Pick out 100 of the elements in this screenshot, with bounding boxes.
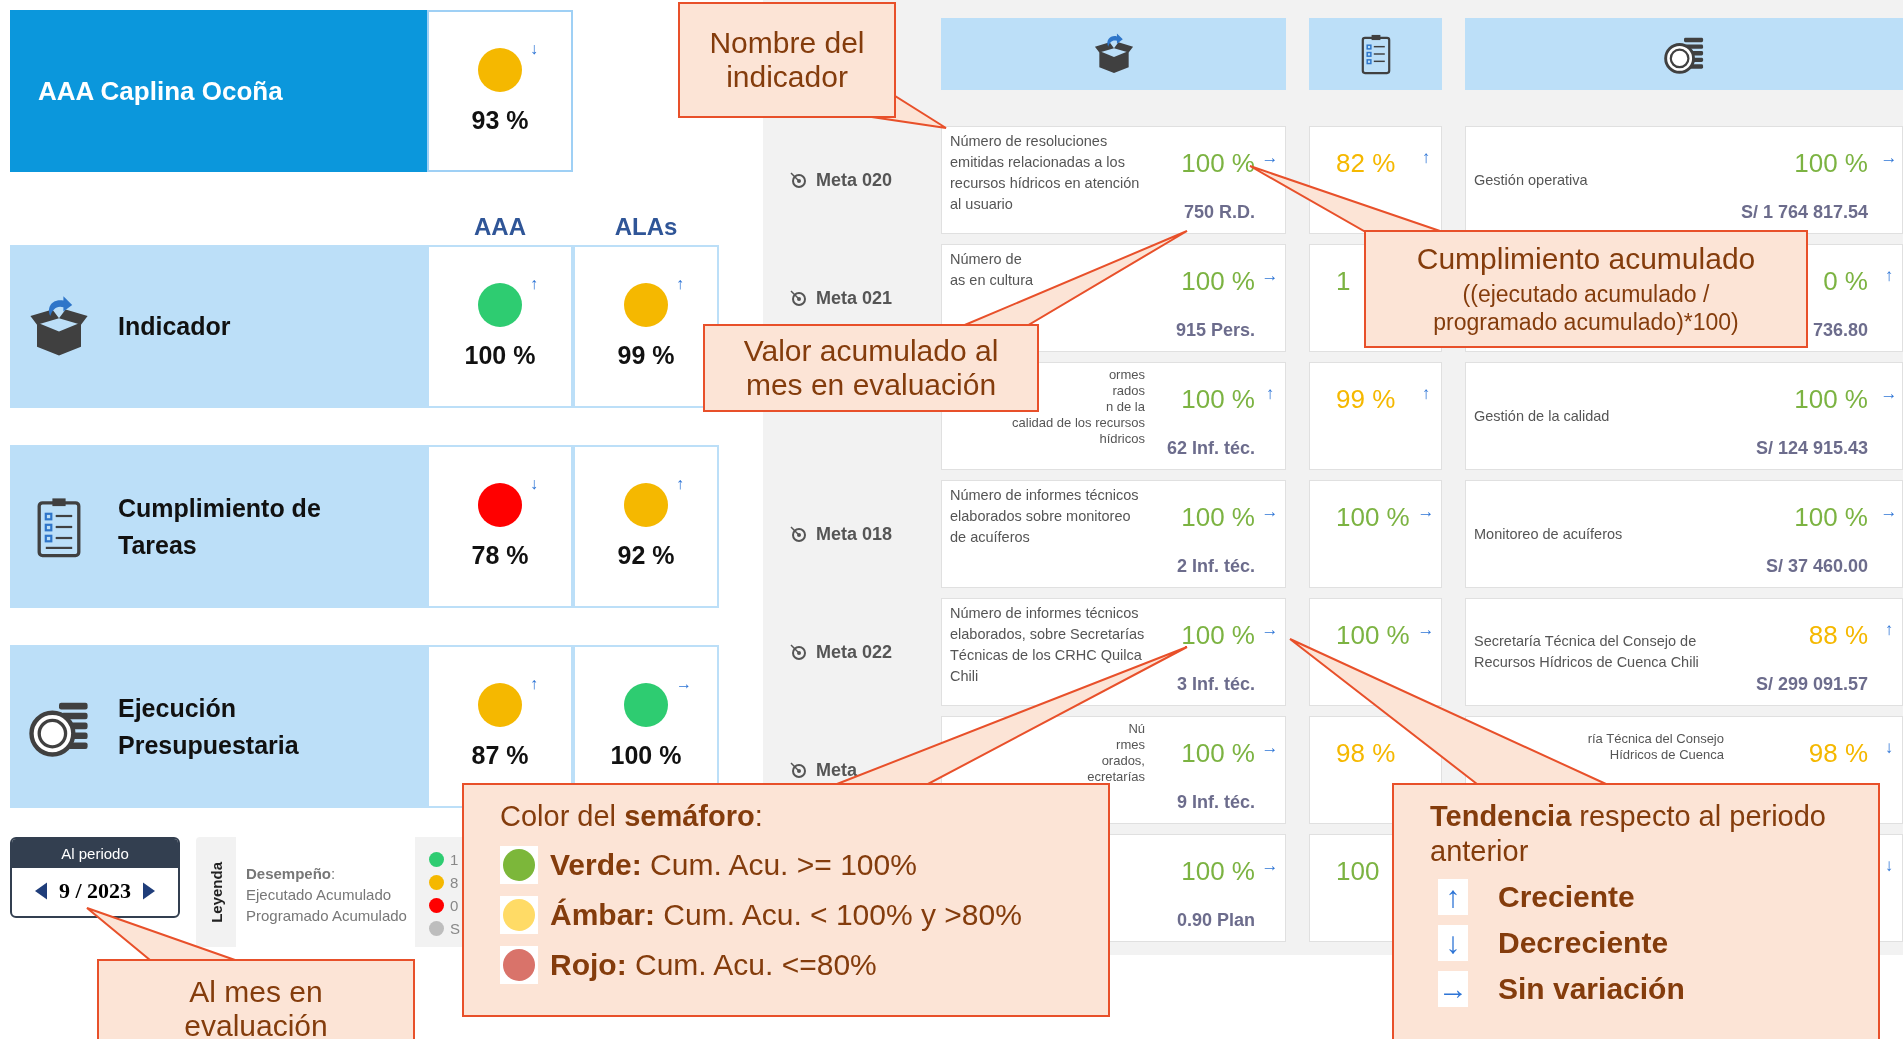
target-icon [790,526,806,542]
meta-label: Meta [816,759,857,781]
indicator-name: n de la [1105,399,1145,415]
budget-amount: S/ 124 915.43 [1755,438,1868,459]
previous-icon[interactable] [34,882,47,900]
trend-arrow: → [1261,149,1279,169]
trend-arrow: → [1880,503,1898,523]
budget-item-name: Secretaría Técnica del Consejo de Recursos Hídricos de Cuenca Chili [1474,632,1700,672]
percent-value: 100 % [1181,857,1255,885]
legend-text: Sin variación [1498,972,1685,1006]
next-icon[interactable] [143,882,156,900]
percent-value: 100 % [1181,739,1255,767]
column-header: AAA [473,213,527,241]
callout-text: Color del semáforo: [500,799,763,834]
trend-arrow: → [1417,503,1435,523]
indicator-name: Número de [950,250,1023,269]
indicator-name: Nú [1128,721,1145,737]
trend-arrow: ↓ [530,39,538,58]
indicator-name: rados [1112,383,1145,399]
indicator-name: ecretarías [1087,769,1145,785]
trend-arrow: ↓ [1884,857,1894,877]
percent-value: 78 % [471,541,529,570]
budget-item-name: Gestión operativa [1474,170,1589,190]
percent-value: 82 % [1336,149,1396,177]
legend-text: Programado Acumulado [246,907,407,924]
region-title: AAA Caplina Ocoña [10,10,427,172]
target-icon [790,644,806,660]
trend-arrow: → [676,675,692,693]
category-label: Cumplimiento de Tareas [118,492,322,561]
period-value: 9 / 2023 [58,878,132,904]
trend-arrow: ↑ [1421,385,1431,405]
accumulated-value: 0.90 Plan [1176,910,1255,931]
indicator-name: hídricos [1099,431,1145,447]
accumulated-value: 750 R.D. [1183,202,1255,223]
percent-value: 1 [1336,267,1351,295]
accumulated-value: 3 Inf. téc. [1176,674,1255,695]
trend-arrow: ↑ [530,675,538,693]
trend-arrow: → [1417,621,1435,641]
indicator-name: Número de informes técnicos elaborados, sobre Secretarías Técnicas de los CRHC Quilca Chili [950,604,1145,686]
legend-text: 8 [449,874,459,891]
trend-arrow: → [1261,857,1279,877]
trend-arrow: ↑ [676,475,684,493]
callout-text: Cumplimiento acumulado [1416,242,1756,276]
budget-item-name: Monitoreo de acuíferos [1474,524,1624,544]
percent-value: 100 % [1181,621,1255,649]
category-label: Indicador [118,311,232,342]
percent-value: 98 % [1336,739,1396,767]
legend-text: 0 [449,897,459,914]
percent-value: 100 [1336,857,1380,885]
budget-amount: S/ 37 460.00 [1765,556,1868,577]
callout-text: Tendencia respecto al periodo anterior [1430,799,1827,869]
indicator-name: Número de informes técnicos elaborados sobre monitoreo de acuíferos [950,486,1140,547]
percent-value: 100 % [610,741,682,770]
legend-text: Ámbar: Cum. Acu. < 100% y >80% [550,898,1022,932]
percent-value: 87 % [471,741,529,770]
percent-value: 100 % [1794,149,1868,177]
budget-item-name: Gestión de la calidad [1474,406,1611,426]
trend-arrow: → [1261,739,1279,759]
accumulated-value: 62 Inf. téc. [1166,438,1255,459]
budget-item-name: ría Técnica del Consejo [1587,731,1724,747]
percent-value: 99 % [1336,385,1396,413]
indicator-name: as en cultura [950,271,1035,290]
indicator-name: orados, [1101,753,1145,769]
percent-value: 100 % [1336,621,1410,649]
percent-value: 100 % [1794,385,1868,413]
budget-item-name: Hídricos de Cuenca [1609,747,1724,763]
target-icon [790,172,806,188]
trend-arrow: ↑ [1265,385,1275,405]
percent-value: 100 % [1181,385,1255,413]
trend-arrow: → [1261,267,1279,287]
accumulated-value: 2 Inf. téc. [1176,556,1255,577]
meta-label: Meta 022 [816,641,893,663]
callout-text: Valor acumulado al mes en evaluación [742,334,1000,402]
legend-text: Ejecutado Acumulado [246,886,393,903]
percent-value: 88 % [1808,621,1868,649]
indicator-name: calidad de los recursos [1012,415,1145,431]
indicator-name: Número de resoluciones emitidas relacionadas a los recursos hídricos en atención al usuario [950,132,1141,214]
legend-text: Verde: Cum. Acu. >= 100% [550,848,917,882]
trend-arrow: → [1880,149,1898,169]
legend-heading: Desempeño: [246,865,337,882]
meta-label: Meta 021 [816,287,893,309]
percent-value: 100 % [1181,503,1255,531]
percent-value: 100 % [1181,267,1255,295]
trend-arrow: → [1261,503,1279,523]
target-icon [790,290,806,306]
meta-label: Meta 020 [816,169,893,191]
category-label: Ejecución Presupuestaria [118,692,300,761]
percent-value: 93 % [471,105,529,135]
accumulated-value: 915 Pers. [1175,320,1255,341]
period-title: Al periodo [12,839,178,868]
budget-amount: S/ 299 091.57 [1755,674,1868,695]
percent-value: 100 % [1336,503,1410,531]
trend-arrow: ↑ [1421,149,1431,169]
trend-arrow: ↓ [530,475,538,493]
trend-arrow: ↑ [676,275,684,293]
legend-text: S [449,920,460,937]
indicator-name: ormes [1108,367,1145,383]
legend-title: Leyenda [207,861,225,923]
trend-arrow: ↑ [530,275,538,293]
callout-text: Nombre del indicador [708,26,866,94]
